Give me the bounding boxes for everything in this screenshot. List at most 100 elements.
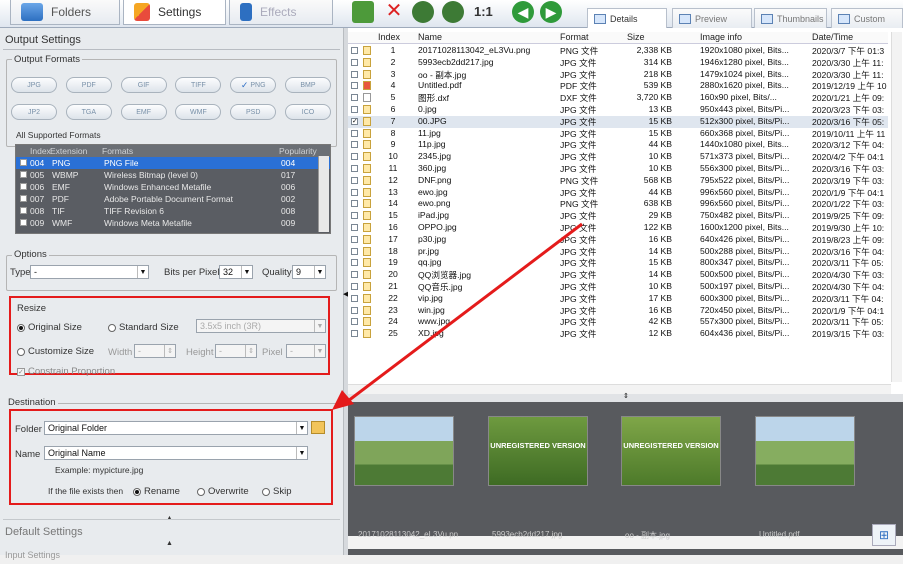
format-wmf-button[interactable]: WMF: [175, 104, 222, 120]
col-index[interactable]: Index: [378, 32, 400, 42]
format-psd-button[interactable]: PSD: [230, 104, 277, 120]
row-checkbox[interactable]: [351, 129, 358, 137]
type-select[interactable]: - ▼: [30, 265, 149, 279]
row-checkbox[interactable]: [351, 188, 358, 196]
height-input[interactable]: - ⇕: [215, 344, 257, 358]
row-checkbox[interactable]: [20, 171, 27, 178]
name-select[interactable]: Original Name ▼: [44, 446, 308, 460]
browse-folder-icon[interactable]: [311, 421, 325, 434]
format-jpg-button[interactable]: JPG: [11, 77, 57, 93]
quality-select[interactable]: 9 ▼: [292, 265, 326, 279]
table-row[interactable]: 12 DNF.png PNG 文件 568 KB 795x522 pixel, Bits…: [348, 175, 888, 187]
format-list-row[interactable]: 005 WBMP Wireless Bitmap (level 0) 017: [16, 169, 330, 181]
zoom-in-icon[interactable]: [412, 1, 434, 23]
format-tga-button[interactable]: TGA: [65, 104, 112, 120]
table-row[interactable]: 13 ewo.jpg JPG 文件 44 KB 996x560 pixel, Bits/…: [348, 187, 888, 199]
previous-icon[interactable]: ◀: [512, 1, 534, 23]
table-row[interactable]: 2 5993ecb2dd217.jpg JPG 文件 314 KB 1946x1280 …: [348, 57, 888, 69]
col-format[interactable]: Format: [560, 32, 589, 42]
row-checkbox[interactable]: [351, 200, 358, 208]
row-checkbox[interactable]: [20, 183, 27, 190]
overwrite-radio[interactable]: Overwrite: [197, 486, 249, 497]
col-date-time[interactable]: Date/Time: [812, 32, 853, 42]
format-jp2-button[interactable]: JP2: [11, 104, 57, 120]
thumbnail-image[interactable]: [354, 416, 454, 486]
row-checkbox[interactable]: [351, 153, 358, 161]
col-name[interactable]: Name: [418, 32, 442, 42]
default-settings-heading[interactable]: Default Settings: [0, 523, 83, 541]
unit-select[interactable]: - ▼: [286, 344, 326, 358]
format-emf-button[interactable]: EMF: [120, 104, 167, 120]
format-pdf-button[interactable]: PDF: [65, 77, 112, 93]
view-tab-thumbnails[interactable]: Thumbnails: [754, 8, 827, 28]
row-checkbox[interactable]: [20, 159, 27, 166]
table-row[interactable]: ✓ 7 00.JPG JPG 文件 15 KB 512x300 pixel, Bits/P…: [348, 115, 888, 128]
tab-folders[interactable]: Folders: [10, 0, 120, 25]
thumbnail-image[interactable]: UNREGISTERED VERSION: [621, 416, 721, 486]
view-tab-custom[interactable]: Custom: [831, 8, 903, 28]
thumbnail-image[interactable]: UNREGISTERED VERSION: [488, 416, 588, 486]
fit-view-icon[interactable]: ⊞: [872, 524, 896, 546]
formats-list[interactable]: Index Extension Formats Popularity 004 PN…: [15, 144, 331, 234]
thumbnail-image[interactable]: [755, 416, 855, 486]
row-checkbox[interactable]: [351, 58, 358, 66]
original-size-radio[interactable]: Original Size: [17, 322, 82, 333]
zoom-out-icon[interactable]: [442, 1, 464, 23]
format-tiff-button[interactable]: TIFF: [175, 77, 222, 93]
row-checkbox[interactable]: [351, 82, 358, 90]
tab-settings[interactable]: Settings: [123, 0, 226, 25]
folder-select[interactable]: Original Folder ▼: [44, 421, 308, 435]
view-tab-preview[interactable]: Preview: [672, 8, 752, 28]
row-checkbox[interactable]: [351, 47, 358, 54]
row-checkbox[interactable]: [20, 195, 27, 202]
input-settings-heading[interactable]: Input Settings: [0, 546, 60, 564]
row-checkbox[interactable]: [20, 207, 27, 214]
row-checkbox[interactable]: [351, 212, 358, 220]
format-gif-button[interactable]: GIF: [120, 77, 167, 93]
next-icon[interactable]: ▶: [540, 1, 562, 23]
vertical-scrollbar[interactable]: [891, 32, 902, 382]
row-checkbox[interactable]: [351, 176, 358, 184]
standard-size-select[interactable]: 3.5x5 inch (3R) ▼: [196, 319, 326, 333]
format-list-row[interactable]: 007 PDF Adobe Portable Document Format 002: [16, 193, 330, 205]
format-list-row[interactable]: 006 EMF Windows Enhanced Metafile 006: [16, 181, 330, 193]
table-row[interactable]: 4 Untitled.pdf PDF 文件 539 KB 2880x1620 pixel…: [348, 80, 888, 92]
collapse-up-icon[interactable]: ▲: [166, 540, 173, 547]
row-checkbox[interactable]: [351, 94, 358, 102]
table-row[interactable]: 10 2345.jpg JPG 文件 10 KB 571x373 pixel, Bits…: [348, 151, 888, 163]
row-checkbox[interactable]: [20, 219, 27, 226]
skip-radio[interactable]: Skip: [262, 486, 291, 497]
customize-size-radio[interactable]: Customize Size: [17, 346, 94, 357]
table-row[interactable]: 3 oo - 副本.jpg JPG 文件 218 KB 1479x1024 pixel,…: [348, 69, 888, 81]
format-bmp-button[interactable]: BMP: [284, 77, 331, 93]
table-row[interactable]: 5 图形.dxf DXF 文件 3,720 KB 160x90 pixel, Bits/…: [348, 92, 888, 104]
tab-effects[interactable]: Effects: [229, 0, 333, 25]
width-input[interactable]: - ⇕: [134, 344, 176, 358]
view-tab-details[interactable]: Details: [587, 8, 667, 28]
add-files-icon[interactable]: [352, 1, 374, 23]
col-size[interactable]: Size: [627, 32, 645, 42]
splitter-arrows-icon[interactable]: ⇕: [623, 392, 629, 400]
rename-radio[interactable]: Rename: [133, 486, 180, 497]
row-checkbox[interactable]: [351, 106, 358, 113]
col-image-info[interactable]: Image info: [700, 32, 742, 42]
format-list-row[interactable]: 009 WMF Windows Meta Metafile 009: [16, 217, 330, 229]
constrain-proportion-checkbox[interactable]: ✓ Constrain Proportion: [17, 366, 115, 377]
row-checkbox[interactable]: [351, 165, 358, 172]
row-checkbox[interactable]: [351, 141, 358, 149]
formats-list-scrollbar[interactable]: [318, 156, 329, 232]
table-row[interactable]: 6 0.jpg JPG 文件 13 KB 950x443 pixel, Bits/Pi.…: [348, 104, 888, 116]
table-row[interactable]: 8 11.jpg JPG 文件 15 KB 660x368 pixel, Bits/Pi…: [348, 128, 888, 140]
format-ico-button[interactable]: ICO: [284, 104, 331, 120]
table-row[interactable]: 9 11p.jpg JPG 文件 44 KB 1440x1080 pixel, Bits…: [348, 139, 888, 151]
remove-icon[interactable]: ✕: [383, 1, 405, 23]
table-row[interactable]: 11 360.jpg JPG 文件 10 KB 556x300 pixel, Bits/…: [348, 163, 888, 175]
format-list-row[interactable]: 004 PNG PNG File 004: [16, 157, 330, 169]
format-png-button[interactable]: ✓ PNG: [230, 77, 277, 93]
table-row[interactable]: 1 20171028113042_eL3Vu.png PNG 文件 2,338 KB 1…: [348, 45, 888, 57]
actual-size-button[interactable]: 1:1: [474, 4, 493, 19]
standard-size-radio[interactable]: Standard Size: [108, 322, 179, 333]
table-row[interactable]: 14 ewo.png PNG 文件 638 KB 996x560 pixel, Bits…: [348, 198, 888, 210]
bits-per-pixel-select[interactable]: 32 ▼: [219, 265, 253, 279]
row-checkbox[interactable]: ✓: [351, 117, 358, 125]
